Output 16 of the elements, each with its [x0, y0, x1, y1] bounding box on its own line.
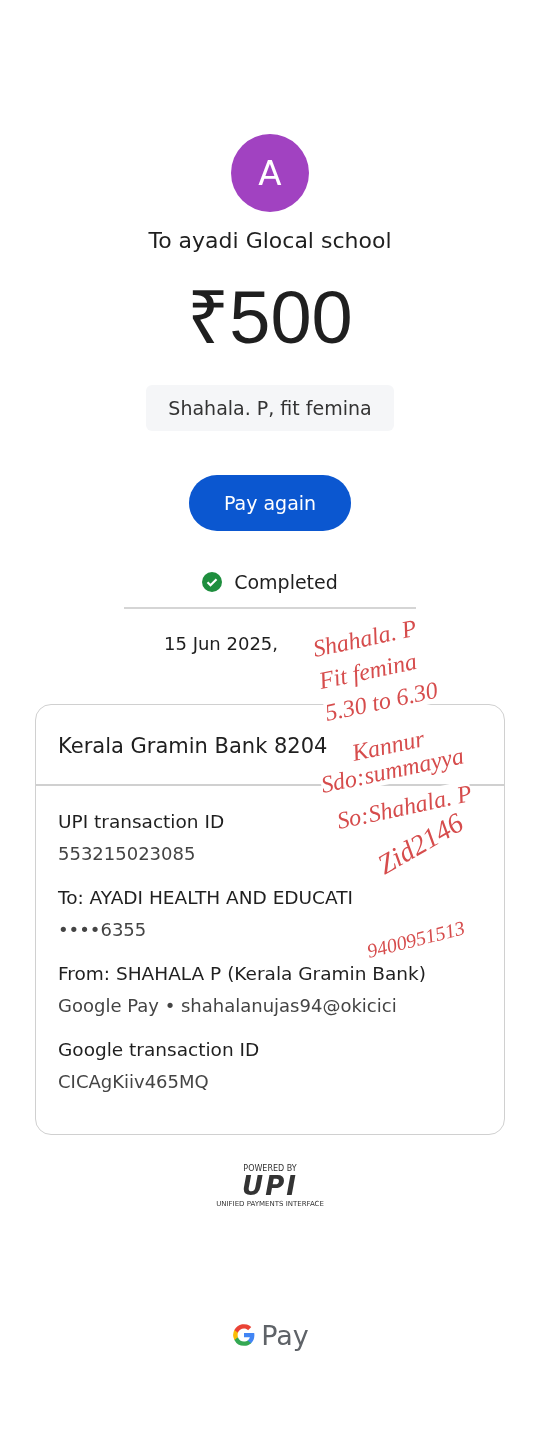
detail-value: CICAgKiiv465MQ: [58, 1069, 209, 1094]
pay-wordmark: Pay: [261, 1319, 309, 1351]
date-time: 15 Jun 2025,: [164, 633, 278, 654]
payment-note: Shahala. P, fit femina: [146, 385, 394, 431]
detail-label: To: AYADI HEALTH AND EDUCATI: [58, 885, 353, 910]
detail-value: Google Pay • shahalanujas94@okicici: [58, 993, 397, 1018]
detail-value: 553215023085: [58, 841, 196, 866]
recipient-title: To ayadi Glocal school: [148, 228, 392, 253]
detail-label: UPI transaction ID: [58, 809, 225, 834]
avatar: A: [231, 134, 309, 212]
detail-value: ••••6355: [58, 917, 147, 942]
amount: ₹500: [187, 275, 353, 361]
detail-label: From: SHAHALA P (Kerala Gramin Bank): [58, 961, 426, 986]
pay-again-button[interactable]: Pay again: [189, 475, 351, 531]
detail-label: Google transaction ID: [58, 1037, 260, 1062]
status-label: Completed: [234, 571, 338, 593]
